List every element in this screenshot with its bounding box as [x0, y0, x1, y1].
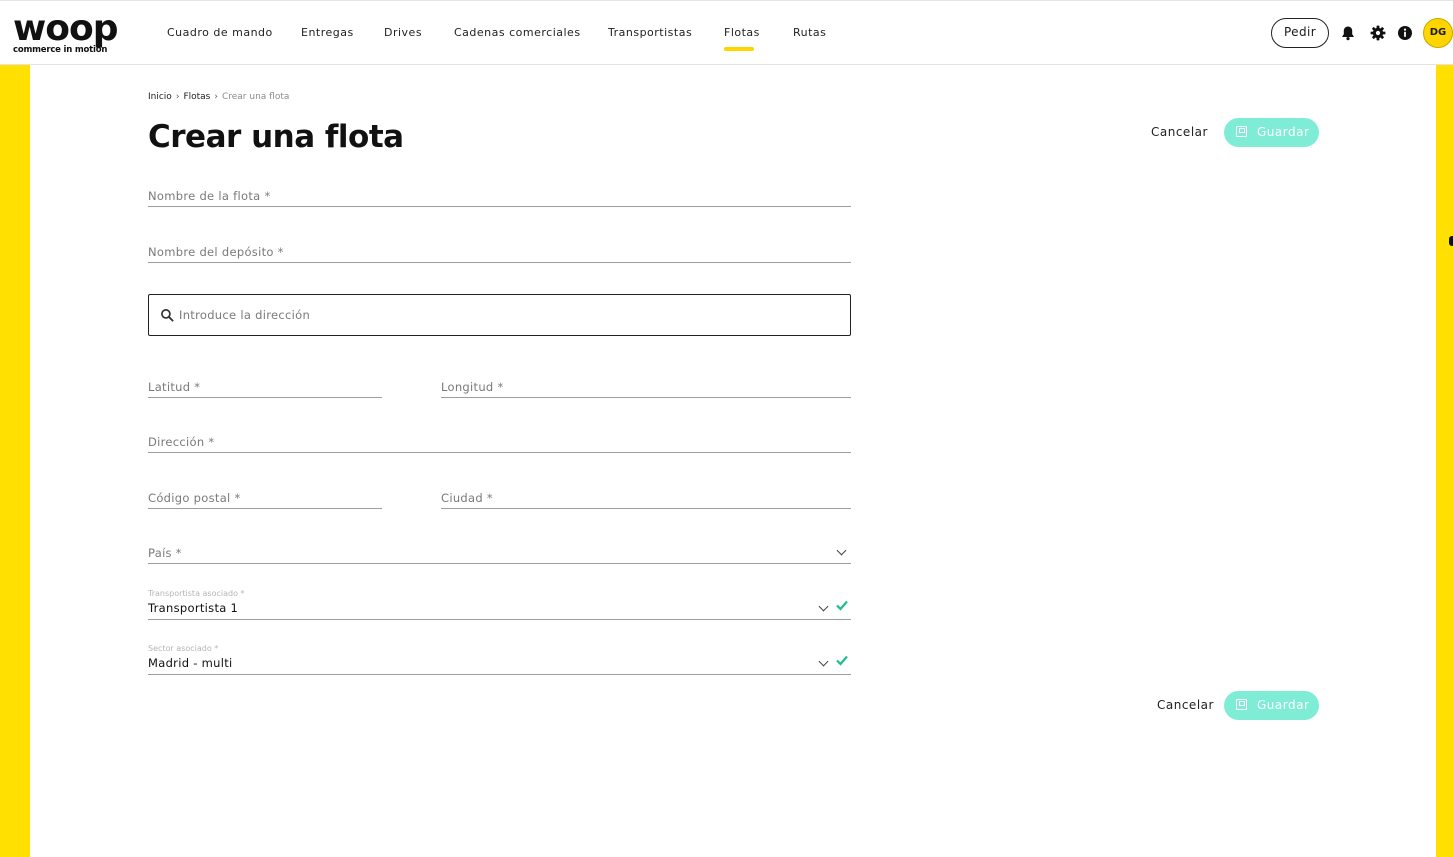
- save-icon: [1236, 126, 1247, 137]
- chevron-down-icon: [836, 545, 847, 556]
- search-icon: [161, 309, 174, 322]
- fleet-name-placeholder: Nombre de la flota *: [148, 189, 271, 203]
- save-button-top[interactable]: Guardar: [1224, 118, 1319, 147]
- city-field[interactable]: Ciudad *: [441, 481, 851, 509]
- info-icon[interactable]: [1397, 25, 1413, 41]
- sector-select[interactable]: Sector asociado * Madrid - multi: [148, 644, 851, 675]
- longitude-placeholder: Longitud *: [441, 380, 504, 394]
- postal-code-placeholder: Código postal *: [148, 491, 241, 505]
- country-select[interactable]: País *: [148, 536, 851, 564]
- cancel-button-top[interactable]: Cancelar: [1151, 125, 1208, 139]
- breadcrumb-current: Crear una flota: [221, 92, 290, 102]
- order-button[interactable]: Pedir: [1271, 18, 1329, 48]
- gear-icon[interactable]: [1370, 25, 1386, 41]
- user-avatar[interactable]: DG: [1423, 18, 1453, 48]
- breadcrumb-home[interactable]: Inicio: [148, 92, 172, 102]
- city-placeholder: Ciudad *: [441, 491, 493, 505]
- woop-logo[interactable]: woop commerce in motion: [13, 8, 125, 56]
- nav-item-flotas[interactable]: Flotas: [724, 26, 760, 39]
- address-search-placeholder: Introduce la dirección: [179, 308, 311, 322]
- nav-item-cadenas-comerciales[interactable]: Cadenas comerciales: [454, 26, 581, 39]
- page-title: Crear una flota: [148, 119, 404, 155]
- sector-value: Madrid - multi: [148, 656, 233, 670]
- chevron-right-icon: ›: [214, 92, 218, 102]
- content-panel: Inicio › Flotas › Crear una flota Crear una …: [30, 65, 1436, 857]
- nav-item-entregas[interactable]: Entregas: [301, 26, 354, 39]
- nav-item-rutas[interactable]: Rutas: [793, 26, 826, 39]
- chevron-down-icon: [818, 601, 829, 612]
- bell-icon[interactable]: [1340, 25, 1356, 41]
- active-nav-indicator: [724, 47, 754, 51]
- country-placeholder: País *: [148, 546, 182, 560]
- save-button-bottom[interactable]: Guardar: [1224, 691, 1319, 720]
- check-icon: [836, 600, 848, 611]
- chevron-down-icon: [818, 656, 829, 667]
- nav-item-cuadro-de-mando[interactable]: Cuadro de mando: [167, 26, 273, 39]
- side-panel-handle[interactable]: [1449, 236, 1453, 246]
- logo-wordmark: woop: [13, 8, 119, 49]
- carrier-value: Transportista 1: [148, 601, 239, 615]
- carrier-select[interactable]: Transportista asociado * Transportista 1: [148, 589, 851, 620]
- depot-name-placeholder: Nombre del depósito *: [148, 245, 284, 259]
- save-icon: [1236, 699, 1247, 710]
- longitude-field[interactable]: Longitud *: [441, 370, 851, 398]
- fleet-name-field[interactable]: Nombre de la flota *: [148, 179, 851, 207]
- save-button-label: Guardar: [1257, 125, 1310, 139]
- top-header: woop commerce in motion Cuadro de mando …: [0, 0, 1453, 65]
- carrier-label: Transportista asociado *: [148, 589, 245, 598]
- sector-label: Sector asociado *: [148, 644, 219, 653]
- latitude-field[interactable]: Latitud *: [148, 370, 382, 398]
- latitude-placeholder: Latitud *: [148, 380, 201, 394]
- postal-code-field[interactable]: Código postal *: [148, 481, 382, 509]
- breadcrumb: Inicio › Flotas › Crear una flota: [148, 92, 289, 102]
- save-button-label: Guardar: [1257, 698, 1310, 712]
- address-placeholder: Dirección *: [148, 435, 215, 449]
- address-field[interactable]: Dirección *: [148, 425, 851, 453]
- check-icon: [836, 655, 848, 666]
- nav-item-drives[interactable]: Drives: [384, 26, 422, 39]
- chevron-right-icon: ›: [175, 92, 180, 102]
- breadcrumb-section[interactable]: Flotas: [183, 92, 210, 102]
- depot-name-field[interactable]: Nombre del depósito *: [148, 235, 851, 263]
- address-search-input[interactable]: Introduce la dirección: [148, 294, 851, 336]
- nav-item-transportistas[interactable]: Transportistas: [608, 26, 692, 39]
- cancel-button-bottom[interactable]: Cancelar: [1157, 698, 1214, 712]
